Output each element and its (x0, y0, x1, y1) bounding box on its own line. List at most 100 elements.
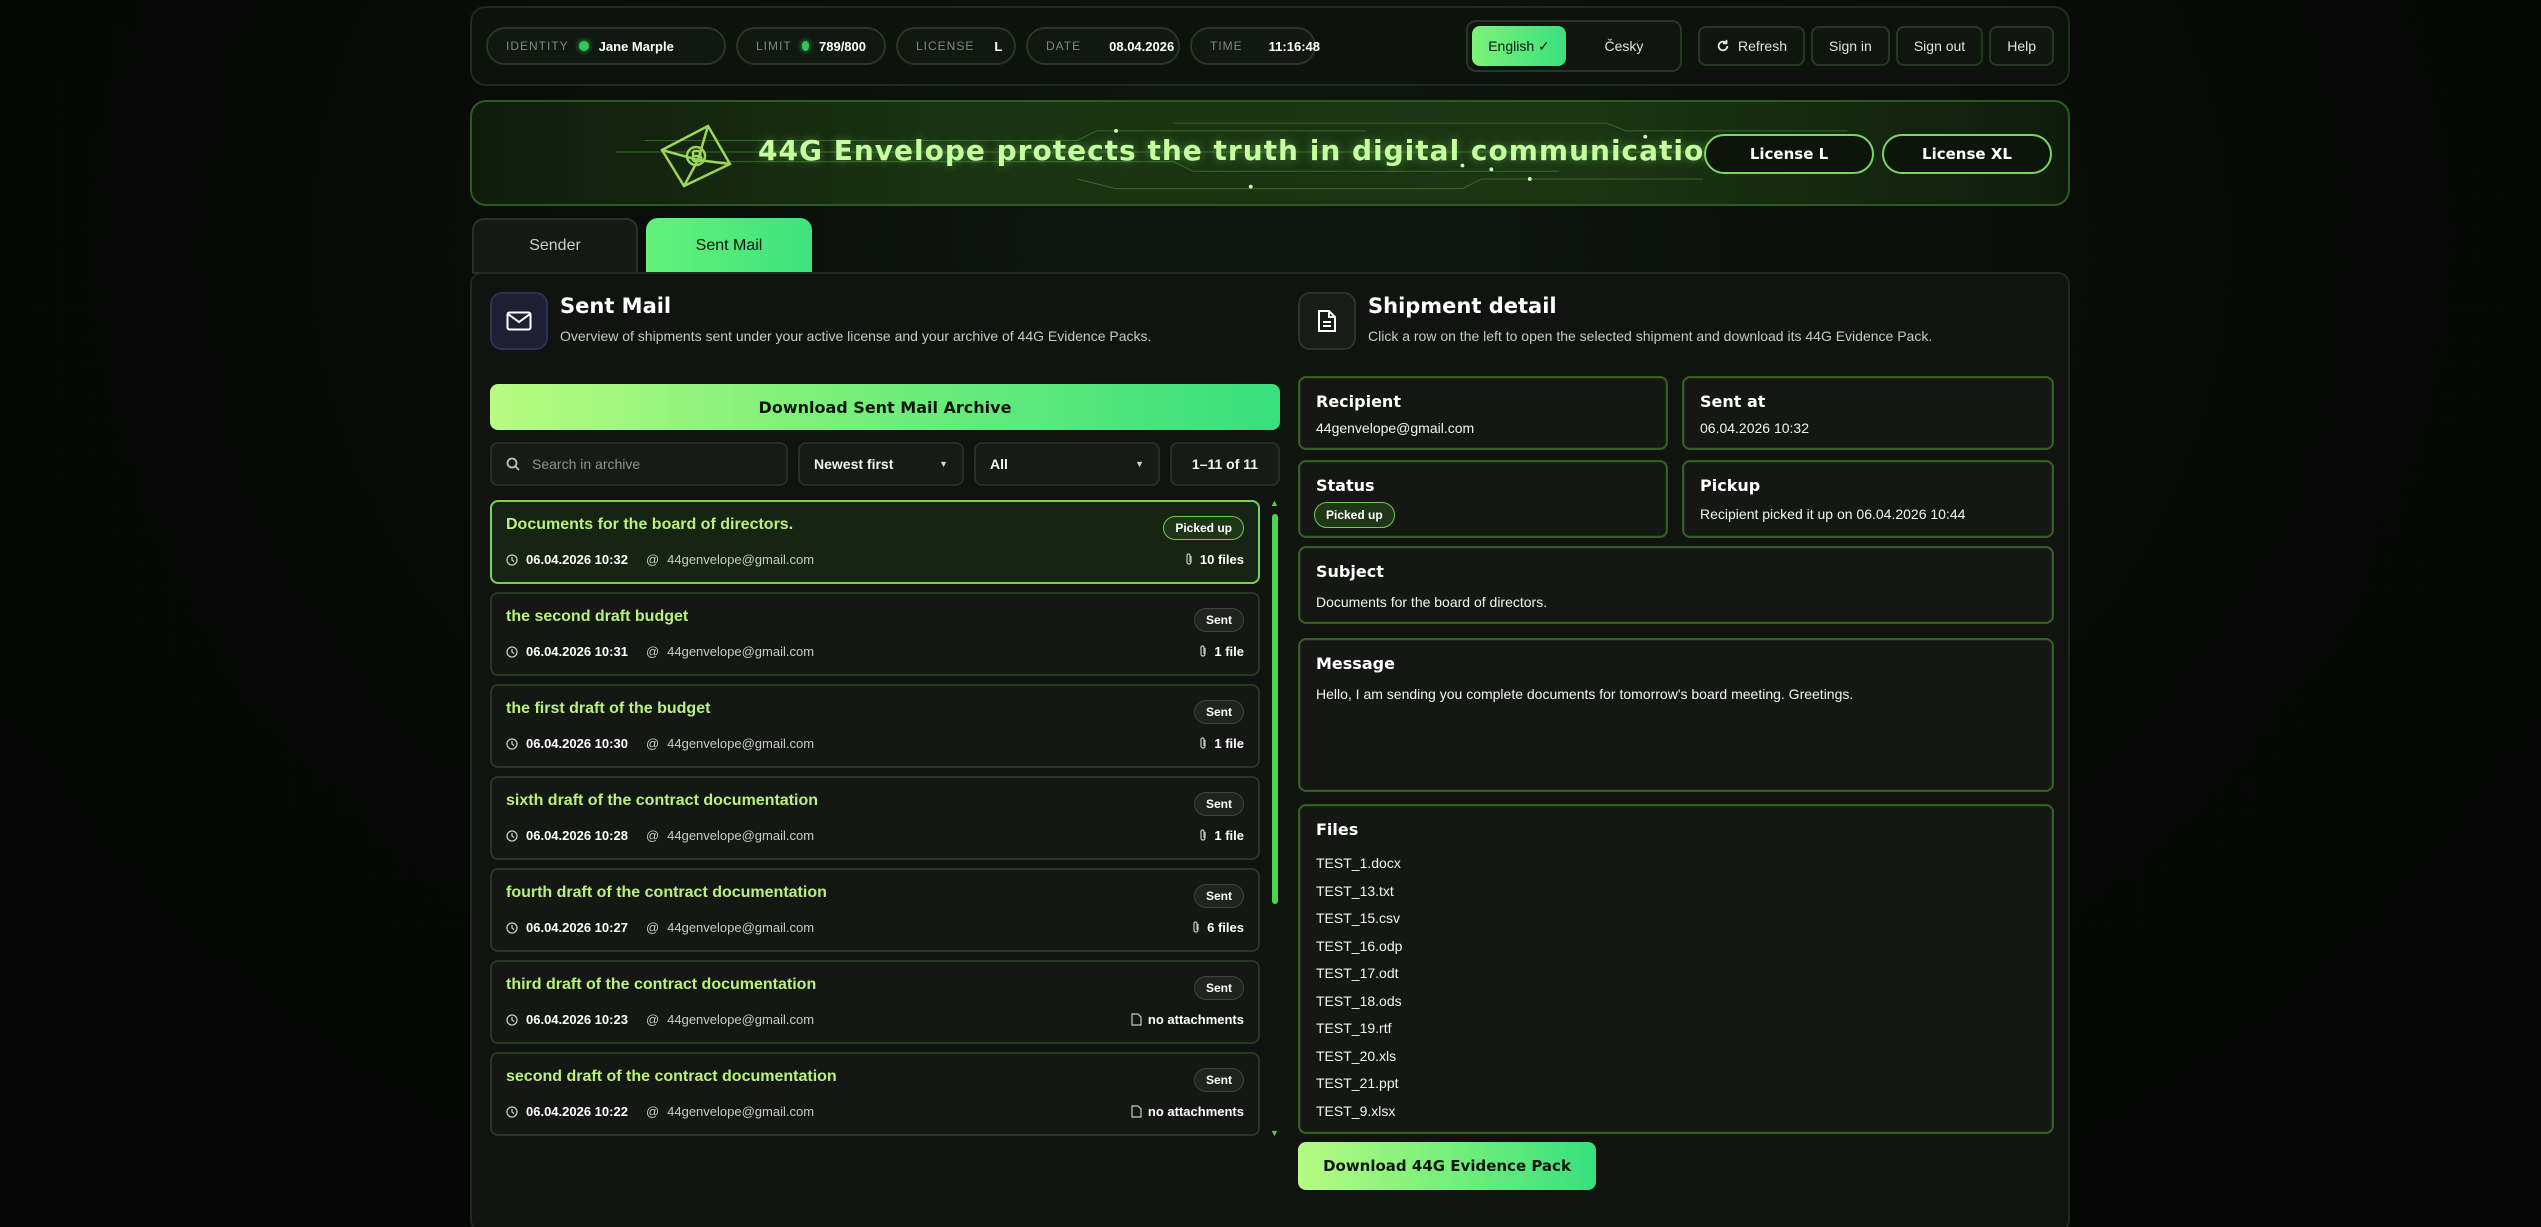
sent-at-value: 06.04.2026 10:32 (1700, 420, 1809, 436)
date-value: 08.04.2026 (1109, 38, 1175, 54)
item-title: third draft of the contract documentatio… (506, 976, 817, 993)
item-email: 44genvelope@gmail.com (667, 552, 815, 567)
item-title: second draft of the contract documentati… (506, 1068, 837, 1085)
clock-icon (506, 829, 518, 842)
paperclip-icon (1193, 921, 1199, 933)
language-english[interactable]: English ✓ (1471, 26, 1566, 66)
recipient-value: 44genvelope@gmail.com (1316, 420, 1475, 436)
file-item: TEST_18.ods (1316, 992, 1402, 1009)
item-files: no attachments (1131, 1104, 1244, 1119)
document-icon (1298, 292, 1356, 350)
file-item: TEST_19.rtf (1316, 1020, 1392, 1036)
tab-sent-mail[interactable]: Sent Mail (646, 218, 812, 274)
limit-value: 789/800 (819, 38, 866, 54)
refresh-label: Refresh (1737, 38, 1788, 54)
language-switcher: English ✓ Česky (1465, 20, 1682, 72)
sent-mail-title: Sent Mail (560, 294, 672, 318)
pickup-label: Pickup (1700, 476, 1761, 495)
list-item[interactable]: third draft of the contract documentatio… (490, 960, 1260, 1044)
message-card: Message Hello, I am sending you complete… (1298, 638, 2054, 792)
paperclip-icon (1200, 737, 1206, 749)
identity-chip: IDENTITY Jane Marple (486, 27, 726, 65)
file-item: TEST_16.odp (1316, 937, 1403, 954)
list-item[interactable]: second draft of the contract documentati… (490, 1052, 1260, 1136)
sign-in-button[interactable]: Sign in (1811, 26, 1890, 66)
item-file-count: 1 file (1214, 644, 1244, 659)
file-icon (1131, 1013, 1142, 1026)
status-badge: Sent (1193, 884, 1244, 908)
at-icon: @ (645, 828, 660, 843)
limit-chip: LIMIT 789/800 (736, 27, 886, 65)
list-item[interactable]: the first draft of the budget Sent 06.04.2… (490, 684, 1260, 768)
license-l-button[interactable]: License L (1704, 134, 1874, 174)
list-item[interactable]: fourth draft of the contract documentati… (490, 868, 1260, 952)
file-item: TEST_20.xls (1316, 1047, 1397, 1064)
file-item: TEST_21.ppt (1316, 1075, 1399, 1091)
clock-icon (506, 921, 518, 934)
time-value: 11:16:48 (1268, 38, 1320, 54)
identity-key: IDENTITY (506, 39, 569, 53)
sort-select[interactable]: Newest first ▼ (798, 442, 964, 486)
status-filter-select[interactable]: All ▼ (974, 442, 1160, 486)
list-item[interactable]: the second draft budget Sent 06.04.2026 10… (490, 592, 1260, 676)
item-date: 06.04.2026 10:23 (526, 1012, 628, 1027)
item-title: the first draft of the budget (506, 700, 711, 717)
main-panel: Sent Mail Overview of shipments sent und… (470, 272, 2070, 1227)
recipient-label: Recipient (1316, 392, 1401, 411)
item-meta: 06.04.2026 10:28 @44genvelope@gmail.com (506, 828, 814, 843)
file-item: TEST_17.odt (1316, 965, 1399, 981)
identity-status-dot (578, 41, 589, 51)
files-card: Files TEST_1.docx TEST_13.txt TEST_15.csv T… (1298, 804, 2054, 1134)
item-date: 06.04.2026 10:31 (526, 644, 628, 659)
item-email: 44genvelope@gmail.com (667, 1012, 815, 1027)
item-meta: 06.04.2026 10:32 @44genvelope@gmail.com (506, 552, 814, 567)
item-files: 10 files (1184, 552, 1244, 567)
refresh-button[interactable]: Refresh (1697, 26, 1806, 66)
app-shell: IDENTITY Jane Marple LIMIT 789/800 LICEN… (470, 0, 2070, 1227)
item-file-count: no attachments (1147, 1104, 1244, 1119)
date-chip: DATE 08.04.2026 (1026, 27, 1180, 65)
search-input[interactable]: Search in archive (490, 442, 788, 486)
limit-status-dot (801, 41, 809, 51)
item-file-count: no attachments (1147, 1012, 1244, 1027)
hero-banner: 44G Envelope protects the truth in digit… (470, 100, 2070, 206)
message-text: Hello, I am sending you complete documen… (1316, 686, 1854, 702)
list-item[interactable]: Documents for the board of directors. Pic… (490, 500, 1260, 584)
list-item[interactable]: sixth draft of the contract documentatio… (490, 776, 1260, 860)
tab-sender[interactable]: Sender (472, 218, 638, 274)
scrollbar-thumb[interactable] (1272, 514, 1278, 904)
at-icon: @ (645, 644, 660, 659)
license-value: L (994, 38, 1003, 54)
scroll-up-icon[interactable]: ▲ (1270, 498, 1279, 508)
language-czech[interactable]: Česky (1572, 26, 1676, 66)
status-badge: Sent (1193, 700, 1244, 724)
item-meta: 06.04.2026 10:30 @44genvelope@gmail.com (506, 736, 814, 751)
license-xl-button[interactable]: License XL (1882, 134, 2052, 174)
item-date: 06.04.2026 10:32 (526, 552, 628, 567)
search-icon (506, 457, 520, 471)
item-email: 44genvelope@gmail.com (667, 1104, 815, 1119)
download-evidence-pack-button[interactable]: Download 44G Evidence Pack (1298, 1142, 1596, 1190)
download-archive-button[interactable]: Download Sent Mail Archive (490, 384, 1280, 430)
item-title: fourth draft of the contract documentati… (506, 884, 827, 901)
help-button[interactable]: Help (1989, 26, 2054, 66)
at-icon: @ (645, 552, 660, 567)
item-files: no attachments (1131, 1012, 1244, 1027)
status-label: Status (1316, 476, 1375, 495)
item-email: 44genvelope@gmail.com (667, 828, 815, 843)
list-scrollbar[interactable]: ▲ ▼ (1270, 498, 1279, 1140)
paperclip-icon (1186, 553, 1192, 565)
filter-bar: Search in archive Newest first ▼ All ▼ 1… (490, 442, 1280, 486)
item-date: 06.04.2026 10:30 (526, 736, 628, 751)
item-files: 6 files (1191, 920, 1244, 935)
clock-icon (506, 1105, 518, 1118)
sent-mail-list: Documents for the board of directors. Pic… (490, 500, 1260, 1140)
item-files: 1 file (1198, 736, 1244, 751)
scroll-down-icon[interactable]: ▼ (1270, 1128, 1279, 1138)
refresh-icon (1717, 39, 1729, 52)
sign-out-button[interactable]: Sign out (1895, 26, 1984, 66)
sent-mail-subtitle: Overview of shipments sent under your ac… (560, 328, 1152, 344)
pickup-card: Pickup Recipient picked it up on 06.04.2… (1682, 460, 2054, 538)
result-count: 1–11 of 11 (1170, 442, 1280, 486)
shipment-detail-title: Shipment detail (1368, 294, 1557, 318)
